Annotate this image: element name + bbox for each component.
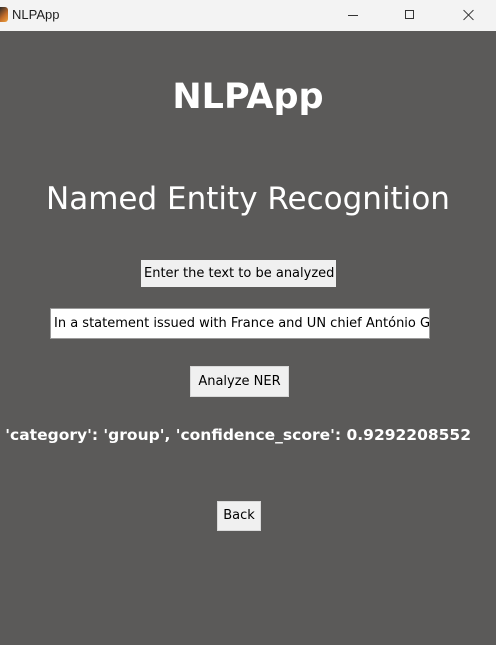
maximize-icon	[405, 10, 414, 19]
app-icon	[0, 7, 8, 22]
minimize-button[interactable]	[330, 0, 376, 31]
ner-result-text: , 'category': 'group', 'confidence_score…	[0, 426, 472, 444]
app-heading: NLPApp	[172, 77, 324, 117]
maximize-button[interactable]	[387, 0, 433, 31]
back-button[interactable]: Back	[217, 501, 261, 531]
minimize-icon	[348, 15, 358, 16]
input-prompt-label: Enter the text to be analyzed	[141, 260, 336, 287]
text-input[interactable]: In a statement issued with France and UN…	[50, 308, 430, 339]
title-bar[interactable]: NLPApp	[0, 0, 496, 31]
app-window: NLPApp NLPApp Named Entity Recognition E…	[0, 0, 496, 645]
page-title: Named Entity Recognition	[46, 181, 450, 217]
close-button[interactable]	[446, 0, 492, 31]
close-icon	[463, 9, 475, 21]
analyze-ner-button[interactable]: Analyze NER	[190, 366, 289, 397]
window-title: NLPApp	[12, 7, 60, 22]
